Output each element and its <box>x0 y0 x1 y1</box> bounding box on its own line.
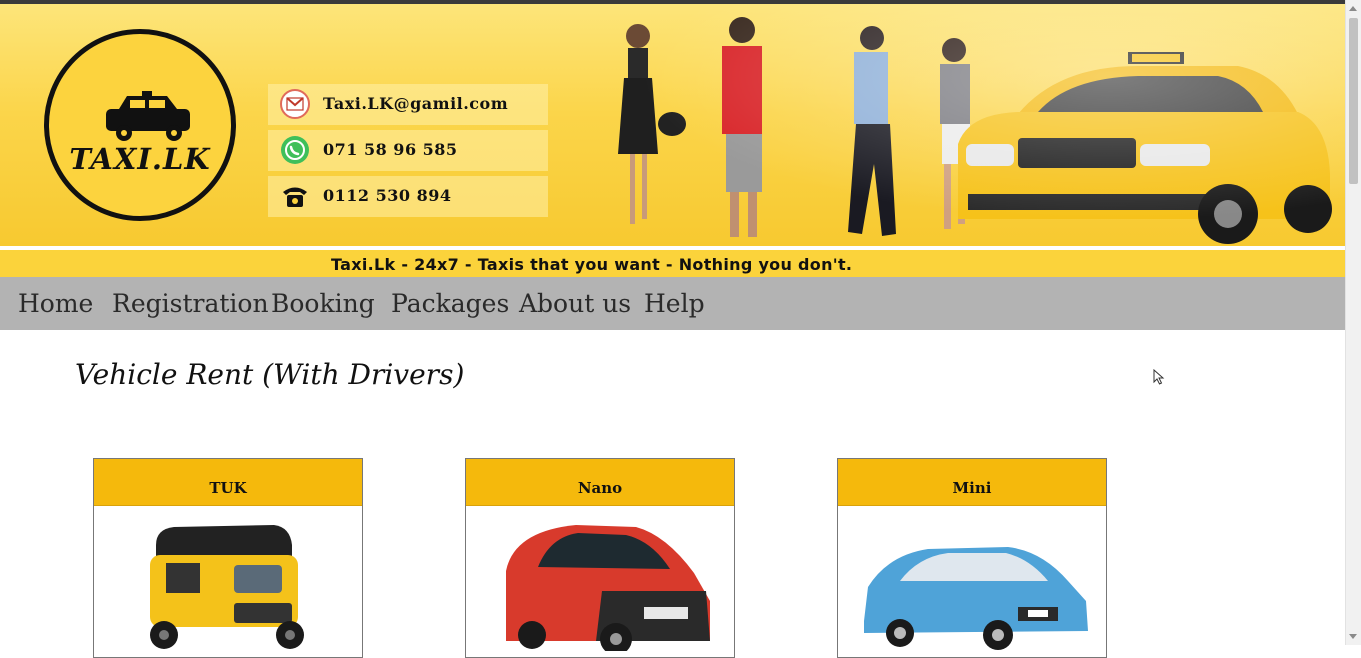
scroll-up-arrow-icon[interactable] <box>1349 6 1357 11</box>
site-logo[interactable]: TAXI.LK <box>44 29 236 221</box>
header-banner: TAXI.LK Taxi.LK@gamil.com 071 58 96 585 <box>0 4 1346 246</box>
nano-car-image <box>506 525 710 651</box>
tuk-tuk-image <box>150 525 304 649</box>
contact-email: Taxi.LK@gamil.com <box>323 94 509 113</box>
contact-whatsapp: 071 58 96 585 <box>323 140 458 159</box>
mouse-cursor-icon <box>1153 369 1165 385</box>
nav-booking[interactable]: Booking <box>271 289 375 318</box>
nav-packages[interactable]: Packages <box>391 289 509 318</box>
nav-home[interactable]: Home <box>18 289 93 318</box>
vehicle-card-nano[interactable]: Nano <box>465 458 735 658</box>
contact-email-row: Taxi.LK@gamil.com <box>268 84 548 125</box>
nav-registration[interactable]: Registration <box>112 289 269 318</box>
nav-about-us[interactable]: About us <box>519 289 631 318</box>
telephone-icon <box>283 187 307 207</box>
main-nav: Home Registration Booking Packages About… <box>0 277 1346 330</box>
tagline-text: Taxi.Lk - 24x7 - Taxis that you want - N… <box>331 255 853 274</box>
card-title-mini: Mini <box>952 479 992 497</box>
scroll-down-arrow-icon[interactable] <box>1349 634 1357 639</box>
nav-help[interactable]: Help <box>644 289 705 318</box>
gmail-icon <box>280 89 310 119</box>
scrollbar-thumb[interactable] <box>1349 18 1358 184</box>
vehicle-card-mini[interactable]: Mini <box>837 458 1107 658</box>
card-title-nano: Nano <box>577 479 623 497</box>
card-header: Nano <box>466 459 734 506</box>
tagline-bar: Taxi.Lk - 24x7 - Taxis that you want - N… <box>0 246 1346 277</box>
yellow-taxi-image <box>958 52 1332 244</box>
vehicle-card-tuk[interactable]: TUK <box>93 458 363 658</box>
card-header: TUK <box>94 459 362 506</box>
people-walking-image <box>618 17 970 237</box>
card-header: Mini <box>838 459 1106 506</box>
page-title: Vehicle Rent (With Drivers) <box>75 358 465 391</box>
taxi-car-icon <box>106 91 190 141</box>
contact-block: Taxi.LK@gamil.com 071 58 96 585 0112 530… <box>268 84 548 222</box>
mini-car-image <box>864 547 1088 650</box>
vertical-scrollbar[interactable] <box>1345 0 1361 645</box>
logo-text: TAXI.LK <box>69 142 211 176</box>
card-title-tuk: TUK <box>209 479 247 497</box>
contact-phone: 0112 530 894 <box>323 186 452 205</box>
whatsapp-icon <box>281 136 309 164</box>
contact-whatsapp-row: 071 58 96 585 <box>268 130 548 171</box>
contact-phone-row: 0112 530 894 <box>268 176 548 217</box>
